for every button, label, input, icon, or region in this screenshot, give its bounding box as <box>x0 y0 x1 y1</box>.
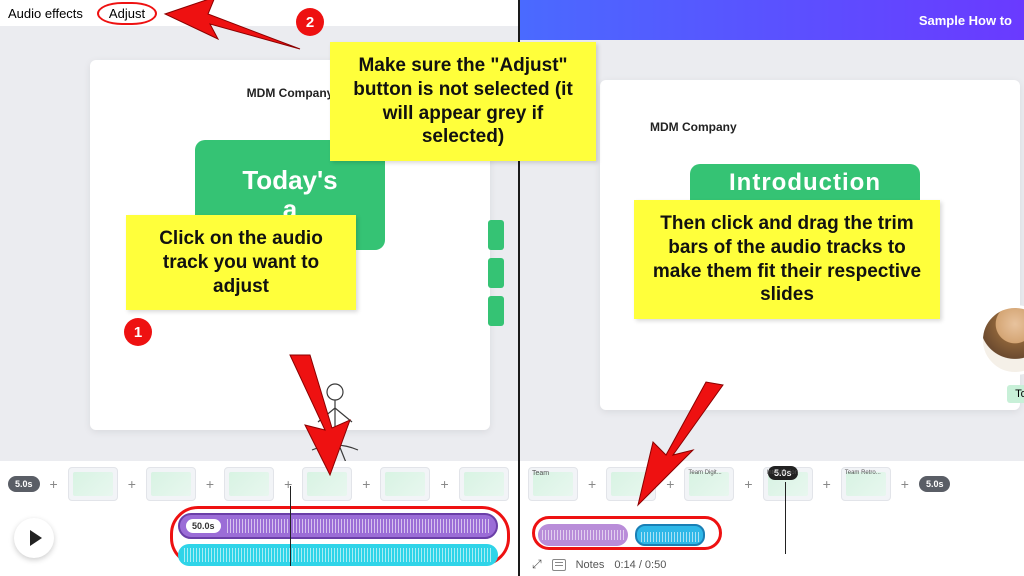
company-label: MDM Company <box>600 80 1020 134</box>
audio-track-blue[interactable] <box>635 524 705 546</box>
timeline-left: 5.0s + + + + + + 50.0s <box>0 461 518 576</box>
avatar <box>980 305 1024 375</box>
duration-pill: 5.0s <box>919 476 951 492</box>
audio-track-purple[interactable] <box>538 524 628 546</box>
step-badge-2: 2 <box>296 8 324 36</box>
slide-thumb[interactable] <box>224 467 274 501</box>
slide-thumb[interactable]: Introduction <box>763 467 813 501</box>
play-button[interactable] <box>14 518 54 558</box>
add-icon[interactable]: + <box>438 476 450 492</box>
annotation-callout-1: Click on the audio track you want to adj… <box>126 215 356 310</box>
adjust-tab[interactable]: Adjust <box>97 2 157 25</box>
expand-icon[interactable]: ⤢ <box>532 557 542 572</box>
notes-icon[interactable] <box>552 559 566 571</box>
add-icon[interactable]: + <box>899 476 911 492</box>
duration-pill: 5.0s <box>8 476 40 492</box>
add-icon[interactable]: + <box>204 476 216 492</box>
arrow-icon <box>160 0 310 69</box>
waveform-icon <box>184 548 492 562</box>
audio-track-cyan[interactable] <box>178 544 498 566</box>
arrow-icon <box>628 380 738 515</box>
add-icon[interactable]: + <box>742 476 754 492</box>
add-icon[interactable]: + <box>586 476 598 492</box>
clip-duration-pill: 50.0s <box>186 519 221 533</box>
name-tag: Toma <box>1007 385 1024 403</box>
add-icon[interactable]: + <box>126 476 138 492</box>
step-badge-1: 1 <box>124 318 152 346</box>
sample-button[interactable]: Sample How to <box>919 13 1012 28</box>
waveform-icon <box>641 532 699 542</box>
slide-thumb[interactable]: Team Retro... <box>841 467 891 501</box>
add-icon[interactable]: + <box>48 476 60 492</box>
playhead[interactable] <box>290 486 291 566</box>
thumbnail-row: 5.0s + + + + + + <box>0 461 518 503</box>
slide-thumb[interactable] <box>146 467 196 501</box>
slide-thumb[interactable] <box>68 467 118 501</box>
slide-thumb[interactable] <box>459 467 509 501</box>
header-bar: Sample How to <box>520 0 1024 40</box>
arrow-icon <box>270 350 360 485</box>
playhead[interactable]: 5.0s <box>785 482 786 554</box>
annotation-callout-3: Then click and drag the trim bars of the… <box>634 200 940 319</box>
waveform-icon <box>227 519 490 533</box>
audio-effects-tab[interactable]: Audio effects <box>8 6 83 21</box>
annotation-callout-2: Make sure the "Adjust" button is not sel… <box>330 42 596 161</box>
add-icon[interactable]: + <box>360 476 372 492</box>
slide-thumb[interactable] <box>380 467 430 501</box>
timeline-right: Team + + Team Digit... + Introduction + … <box>520 461 1024 576</box>
time-display: 0:14 / 0:50 <box>614 559 666 571</box>
audio-track-purple[interactable]: 50.0s <box>178 513 498 539</box>
notes-label[interactable]: Notes <box>576 559 605 571</box>
add-icon[interactable]: + <box>821 476 833 492</box>
slide-indicators <box>488 220 504 326</box>
waveform-icon <box>542 530 624 540</box>
notes-bar: ⤢ Notes 0:14 / 0:50 <box>532 557 666 572</box>
slide-thumb[interactable]: Team <box>528 467 578 501</box>
